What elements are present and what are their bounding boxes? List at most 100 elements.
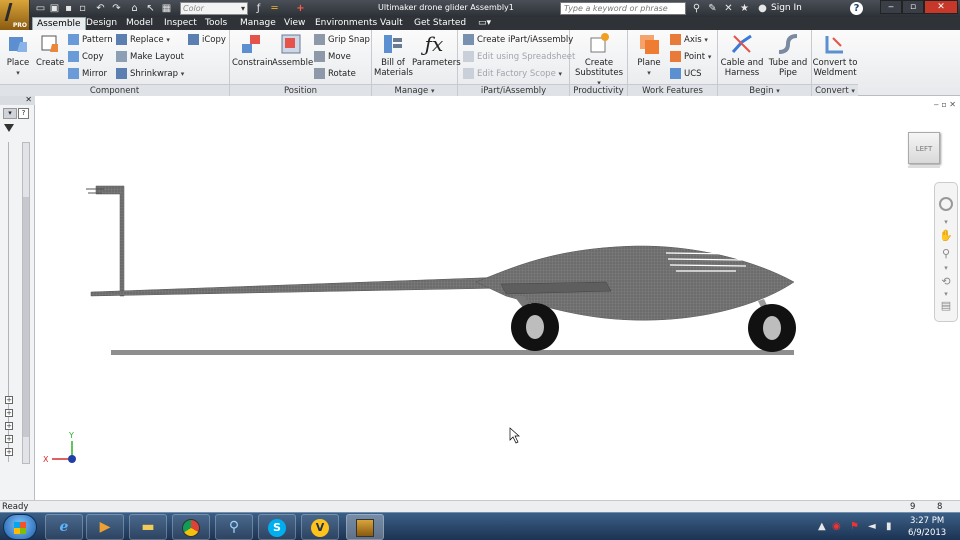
tab-design[interactable]: Design bbox=[82, 17, 121, 30]
start-button[interactable] bbox=[3, 514, 37, 540]
taskbar-vectr-icon[interactable]: V bbox=[301, 514, 339, 540]
tray-flag-icon[interactable]: ⚑ bbox=[850, 521, 859, 532]
copy-button[interactable]: Copy bbox=[68, 50, 104, 64]
binoculars-icon[interactable]: ⚲ bbox=[690, 2, 703, 15]
browser-scrollbar[interactable] bbox=[22, 142, 30, 464]
app-logo[interactable]: PRO bbox=[0, 0, 30, 30]
close-button[interactable]: ✕ bbox=[924, 0, 958, 14]
bill-of-materials-button[interactable]: Bill of Materials bbox=[374, 32, 413, 78]
ground-plate[interactable] bbox=[111, 350, 794, 355]
look-at-icon[interactable]: ▤ bbox=[939, 299, 953, 313]
new-icon[interactable]: ▭ bbox=[34, 2, 47, 15]
viewcube[interactable]: LEFT bbox=[908, 132, 940, 164]
shrinkwrap-button[interactable]: Shrinkwrap ▾ bbox=[116, 67, 184, 81]
taskbar-media-player-icon[interactable]: ▶ bbox=[86, 514, 124, 540]
browser-close-icon[interactable]: ✕ bbox=[25, 95, 32, 104]
plane-button[interactable]: Plane ▾ bbox=[632, 32, 666, 78]
color-combo[interactable]: Color ▾ bbox=[180, 2, 248, 15]
add-icon[interactable]: + bbox=[294, 2, 307, 15]
place-button[interactable]: Place ▾ bbox=[4, 32, 32, 78]
tree-expand-icon[interactable]: + bbox=[5, 409, 13, 417]
tab-view[interactable]: View bbox=[280, 17, 309, 30]
line-weight-icon[interactable]: ═ bbox=[268, 2, 281, 15]
parameters-button[interactable]: ƒx Parameters bbox=[412, 32, 461, 68]
edit-spreadsheet-button[interactable]: Edit using Spreadsheet bbox=[463, 50, 575, 64]
create-button[interactable]: Create bbox=[36, 32, 64, 68]
taskbar-skype-icon[interactable]: S bbox=[258, 514, 296, 540]
clock-date[interactable]: 6/9/2013 bbox=[908, 528, 946, 538]
chevron-down-icon[interactable]: ▾ bbox=[939, 215, 953, 229]
update-icon[interactable]: ▦ bbox=[160, 2, 173, 15]
create-ipart-button[interactable]: Create iPart/iAssembly bbox=[463, 33, 573, 47]
pan-icon[interactable]: ✋ bbox=[939, 229, 953, 243]
pattern-button[interactable]: Pattern bbox=[68, 33, 113, 47]
tab-assemble[interactable]: Assemble bbox=[32, 17, 86, 30]
taskbar-chrome-icon[interactable] bbox=[172, 514, 210, 540]
search-input[interactable]: Type a keyword or phrase bbox=[560, 2, 686, 15]
help-icon[interactable]: ? bbox=[850, 2, 863, 15]
grip-snap-button[interactable]: Grip Snap bbox=[314, 33, 370, 47]
home-icon[interactable]: ⌂ bbox=[128, 2, 141, 15]
create-substitutes-button[interactable]: Create Substitutes ▾ bbox=[572, 32, 626, 88]
convert-weldment-button[interactable]: Convert to Weldment bbox=[812, 32, 858, 78]
steering-wheel-icon[interactable] bbox=[939, 197, 953, 211]
cable-harness-button[interactable]: Cable and Harness bbox=[720, 32, 764, 78]
move-button[interactable]: Move bbox=[314, 50, 351, 64]
tree-expand-icon[interactable]: + bbox=[5, 396, 13, 404]
exchange-icon[interactable]: ✕ bbox=[722, 2, 735, 15]
undo-icon[interactable]: ↶ bbox=[94, 2, 107, 15]
tree-expand-icon[interactable]: + bbox=[5, 435, 13, 443]
make-layout-button[interactable]: Make Layout bbox=[116, 50, 184, 64]
tree-expand-icon[interactable]: + bbox=[5, 422, 13, 430]
tab-vault[interactable]: Vault bbox=[376, 17, 407, 30]
select-icon[interactable]: ↖ bbox=[144, 2, 157, 15]
tube-pipe-button[interactable]: Tube and Pipe bbox=[766, 32, 810, 78]
chevron-down-icon[interactable]: ▾ bbox=[939, 261, 953, 275]
axis-button[interactable]: Axis ▾ bbox=[670, 33, 708, 47]
taskbar-ie-icon[interactable]: e bbox=[45, 514, 83, 540]
tab-inspect[interactable]: Inspect bbox=[160, 17, 201, 30]
zoom-icon[interactable]: ⚲ bbox=[939, 247, 953, 261]
save-as-icon[interactable]: ▫ bbox=[76, 2, 89, 15]
tools-icon[interactable]: ✎ bbox=[706, 2, 719, 15]
replace-button[interactable]: Replace ▾ bbox=[116, 33, 170, 47]
formula-icon[interactable]: ƒ bbox=[252, 2, 265, 15]
tab-environments[interactable]: Environments bbox=[311, 17, 381, 30]
clock-time[interactable]: 3:27 PM bbox=[910, 516, 944, 526]
browser-help-icon[interactable]: ? bbox=[18, 108, 29, 119]
glider-model[interactable]: Y X bbox=[36, 96, 960, 500]
ucs-button[interactable]: UCS bbox=[670, 67, 702, 81]
assemble-button[interactable]: Assemble bbox=[272, 32, 313, 68]
manage-panel-title[interactable]: Manage ▾ bbox=[372, 84, 457, 96]
tray-app-icon[interactable]: ◉ bbox=[832, 521, 841, 532]
mirror-button[interactable]: Mirror bbox=[68, 67, 107, 81]
begin-panel-title[interactable]: Begin ▾ bbox=[718, 84, 811, 96]
rotate-button[interactable]: Rotate bbox=[314, 67, 356, 81]
redo-icon[interactable]: ↷ bbox=[110, 2, 123, 15]
restore-button[interactable]: ▫ bbox=[902, 0, 924, 14]
tray-network-icon[interactable]: ▮ bbox=[886, 521, 892, 532]
browser-menu-button[interactable]: ▾ bbox=[3, 108, 17, 119]
taskbar-explorer-icon[interactable]: ▬ bbox=[129, 514, 167, 540]
constrain-button[interactable]: Constrain bbox=[232, 32, 273, 68]
filter-icon[interactable] bbox=[4, 124, 14, 132]
tab-get-started[interactable]: Get Started bbox=[410, 17, 470, 30]
edit-factory-scope-button[interactable]: Edit Factory Scope ▾ bbox=[463, 67, 562, 81]
tray-volume-icon[interactable]: ◄ bbox=[868, 521, 876, 532]
minimize-button[interactable]: ‒ bbox=[880, 0, 902, 14]
open-icon[interactable]: ▣ bbox=[48, 2, 61, 15]
tab-tools[interactable]: Tools bbox=[201, 17, 231, 30]
graphics-window[interactable]: ‒ ▫ ✕ Y X bbox=[36, 96, 960, 500]
tail-fin[interactable] bbox=[95, 185, 125, 297]
tab-manage[interactable]: Manage bbox=[236, 17, 280, 30]
star-icon[interactable]: ★ bbox=[738, 2, 751, 15]
icopy-button[interactable]: iCopy bbox=[188, 33, 226, 47]
scrollbar-thumb[interactable] bbox=[23, 197, 29, 437]
point-button[interactable]: Point ▾ bbox=[670, 50, 711, 64]
save-icon[interactable]: ▪ bbox=[62, 2, 75, 15]
tray-arrow-icon[interactable]: ▲ bbox=[818, 521, 826, 532]
taskbar-search-icon[interactable]: ⚲ bbox=[215, 514, 253, 540]
tab-model[interactable]: Model bbox=[122, 17, 157, 30]
tab-options-icon[interactable]: ▭▾ bbox=[474, 17, 495, 30]
tail-boom[interactable] bbox=[90, 276, 507, 297]
